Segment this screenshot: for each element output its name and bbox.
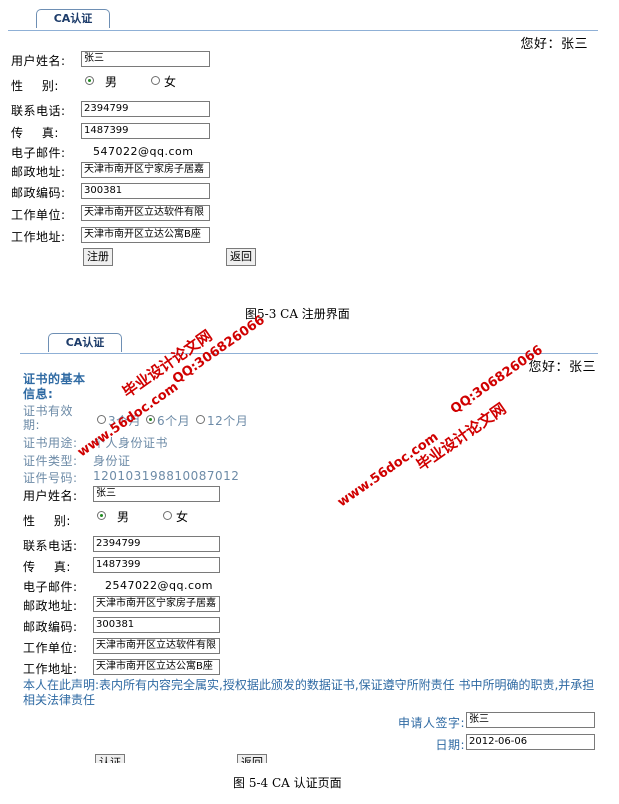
phone-field[interactable]: 2394799 bbox=[81, 101, 210, 117]
label-cert-number: 证件号码: bbox=[23, 471, 78, 485]
label-date: 日期: bbox=[435, 738, 465, 752]
label-work-unit: 工作单位: bbox=[11, 208, 66, 222]
label-work-unit-2: 工作单位: bbox=[23, 641, 78, 655]
label-phone: 联系电话: bbox=[11, 104, 66, 118]
back-button-2[interactable]: 返回 bbox=[237, 754, 267, 763]
label-address-2: 邮政地址: bbox=[23, 599, 78, 613]
label-cert-type: 证件类型: bbox=[23, 454, 78, 468]
validity-option-6: 6个月 bbox=[157, 414, 191, 428]
divider bbox=[8, 30, 598, 31]
radio-validity-6[interactable] bbox=[146, 415, 155, 424]
work-unit-field-2[interactable]: 天津市南开区立达软件有限 bbox=[93, 638, 220, 654]
label-fax: 传 真: bbox=[11, 126, 59, 140]
name-field[interactable]: 张三 bbox=[81, 51, 210, 67]
name-field-2[interactable]: 张三 bbox=[93, 486, 220, 502]
signature-field[interactable]: 张三 bbox=[466, 712, 595, 728]
work-address-field[interactable]: 天津市南开区立达公寓B座 bbox=[81, 227, 210, 243]
radio-validity-3[interactable] bbox=[97, 415, 106, 424]
label-male-2: 男 bbox=[117, 510, 130, 524]
label-signature: 申请人签字: bbox=[397, 716, 465, 730]
fax-field[interactable]: 1487399 bbox=[81, 123, 210, 139]
button-row-clip: 认证 返回 bbox=[0, 754, 619, 763]
label-male: 男 bbox=[105, 75, 118, 89]
label-email: 电子邮件: bbox=[11, 146, 66, 160]
radio-validity-12[interactable] bbox=[196, 415, 205, 424]
label-work-address: 工作地址: bbox=[11, 230, 66, 244]
validity-option-12: 12个月 bbox=[207, 414, 249, 428]
work-unit-field[interactable]: 天津市南开区立达软件有限 bbox=[81, 205, 210, 221]
statement: 本人在此声明:表内所有内容完全属实,授权据此颁发的数据证书,保证遵守所附责任 书… bbox=[23, 678, 595, 707]
email-value: 547022@qq.com bbox=[93, 145, 194, 158]
divider-2 bbox=[20, 353, 598, 354]
radio-male-2[interactable] bbox=[97, 511, 106, 520]
back-button[interactable]: 返回 bbox=[226, 248, 256, 266]
greeting: 您好：张三 bbox=[520, 37, 588, 52]
tab-ca-auth-2[interactable]: CA认证 bbox=[48, 333, 122, 352]
label-cert-validity: 证书有效期: bbox=[23, 404, 74, 432]
label-fax-2: 传 真: bbox=[23, 560, 71, 574]
radio-female[interactable] bbox=[151, 76, 160, 85]
label-female: 女 bbox=[164, 75, 177, 89]
cert-type-value: 身份证 bbox=[93, 454, 131, 468]
fax-field-2[interactable]: 1487399 bbox=[93, 557, 220, 573]
tab-ca-auth[interactable]: CA认证 bbox=[36, 9, 110, 28]
email-value-2: 2547022@qq.com bbox=[105, 579, 213, 592]
address-field-2[interactable]: 天津市南开区宁家房子居嘉 bbox=[93, 596, 220, 612]
phone-field-2[interactable]: 2394799 bbox=[93, 536, 220, 552]
work-address-field-2[interactable]: 天津市南开区立达公寓B座 bbox=[93, 659, 220, 675]
label-address: 邮政地址: bbox=[11, 165, 66, 179]
label-phone-2: 联系电话: bbox=[23, 539, 78, 553]
cert-number-value: 120103198810087012 bbox=[93, 469, 240, 483]
label-female-2: 女 bbox=[176, 510, 189, 524]
label-name: 用户姓名: bbox=[11, 54, 66, 68]
register-button[interactable]: 注册 bbox=[83, 248, 113, 266]
zip-field-2[interactable]: 300381 bbox=[93, 617, 220, 633]
label-email-2: 电子邮件: bbox=[23, 580, 78, 594]
label-gender-2: 性 别: bbox=[23, 514, 71, 528]
cert-section-title: 证书的基本信息: bbox=[23, 372, 86, 401]
label-zip: 邮政编码: bbox=[11, 186, 66, 200]
caption-fig-5-4: 图 5-4 CA 认证页面 bbox=[233, 776, 342, 790]
auth-button[interactable]: 认证 bbox=[95, 754, 125, 763]
label-cert-usage: 证书用途: bbox=[23, 436, 78, 450]
radio-male[interactable] bbox=[85, 76, 94, 85]
label-work-address-2: 工作地址: bbox=[23, 662, 78, 676]
date-field[interactable]: 2012-06-06 bbox=[466, 734, 595, 750]
address-field[interactable]: 天津市南开区宁家房子居嘉 bbox=[81, 162, 210, 178]
label-gender: 性 别: bbox=[11, 79, 59, 93]
zip-field[interactable]: 300381 bbox=[81, 183, 210, 199]
label-name-2: 用户姓名: bbox=[23, 489, 78, 503]
radio-female-2[interactable] bbox=[163, 511, 172, 520]
label-zip-2: 邮政编码: bbox=[23, 620, 78, 634]
